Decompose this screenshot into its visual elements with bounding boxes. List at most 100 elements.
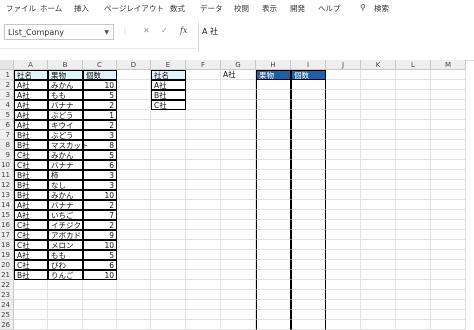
cell[interactable]	[117, 150, 151, 160]
result-cell[interactable]	[256, 220, 291, 230]
data-company[interactable]: C社	[14, 160, 48, 170]
cell[interactable]	[151, 180, 186, 190]
cell[interactable]	[361, 260, 396, 270]
cell[interactable]	[221, 130, 256, 140]
data-fruit[interactable]: もも	[48, 250, 83, 260]
header-company[interactable]: 社名	[14, 70, 48, 80]
cell[interactable]	[361, 120, 396, 130]
row-header-13[interactable]: 13	[0, 190, 14, 200]
cell[interactable]	[151, 160, 186, 170]
data-company[interactable]: C社	[14, 260, 48, 270]
cell[interactable]	[326, 130, 361, 140]
result-cell[interactable]	[256, 180, 291, 190]
list-item[interactable]: B社	[151, 90, 186, 100]
result-cell[interactable]	[291, 260, 326, 270]
cell[interactable]	[117, 80, 151, 90]
cell[interactable]	[83, 290, 117, 300]
cell[interactable]	[186, 160, 221, 170]
cell[interactable]	[186, 220, 221, 230]
tab-insert[interactable]: 挿入	[74, 3, 89, 14]
data-fruit[interactable]: マスカット	[48, 140, 89, 150]
cell[interactable]	[151, 120, 186, 130]
data-count[interactable]: 6	[83, 160, 117, 170]
result-cell[interactable]	[291, 300, 326, 310]
data-fruit[interactable]: ぶどう	[48, 110, 83, 120]
column-header-d[interactable]: D	[117, 60, 151, 70]
data-fruit[interactable]: びわ	[48, 260, 83, 270]
data-company[interactable]: A社	[14, 200, 48, 210]
row-header-6[interactable]: 6	[0, 120, 14, 130]
data-count[interactable]: 2	[83, 100, 117, 110]
cell[interactable]	[221, 170, 256, 180]
cell[interactable]	[326, 80, 361, 90]
result-cell[interactable]	[291, 110, 326, 120]
cell[interactable]	[14, 290, 48, 300]
cell[interactable]	[151, 250, 186, 260]
column-header-a[interactable]: A	[14, 60, 48, 70]
cell[interactable]	[396, 130, 431, 140]
cell[interactable]	[14, 320, 48, 330]
cell[interactable]	[151, 240, 186, 250]
cell[interactable]	[221, 90, 256, 100]
result-cell[interactable]	[256, 210, 291, 220]
tab-file[interactable]: ファイル	[6, 3, 36, 14]
cell[interactable]	[361, 200, 396, 210]
cell[interactable]	[431, 230, 466, 240]
selected-company-cell[interactable]: A社	[221, 70, 256, 80]
cell[interactable]	[186, 240, 221, 250]
cell[interactable]	[326, 110, 361, 120]
cell[interactable]	[361, 240, 396, 250]
data-count[interactable]: 7	[83, 210, 117, 220]
cell[interactable]	[396, 110, 431, 120]
data-count[interactable]: 5	[83, 250, 117, 260]
cell[interactable]	[326, 250, 361, 260]
cell[interactable]	[221, 140, 256, 150]
row-header-15[interactable]: 15	[0, 210, 14, 220]
result-cell[interactable]	[256, 130, 291, 140]
data-fruit[interactable]: バナナ	[48, 100, 83, 110]
result-cell[interactable]	[256, 260, 291, 270]
cell[interactable]	[431, 170, 466, 180]
cell[interactable]	[186, 180, 221, 190]
column-header-i[interactable]: I	[291, 60, 326, 70]
cell[interactable]	[361, 90, 396, 100]
cell[interactable]	[186, 80, 221, 90]
row-header-4[interactable]: 4	[0, 100, 14, 110]
cell[interactable]	[431, 300, 466, 310]
data-company[interactable]: A社	[14, 250, 48, 260]
result-cell[interactable]	[291, 80, 326, 90]
cell[interactable]	[186, 200, 221, 210]
cancel-icon[interactable]: ✕	[143, 26, 150, 35]
cell[interactable]	[117, 180, 151, 190]
result-cell[interactable]	[256, 280, 291, 290]
cell[interactable]	[117, 210, 151, 220]
row-header-23[interactable]: 23	[0, 290, 14, 300]
cell[interactable]	[221, 110, 256, 120]
result-cell[interactable]	[291, 170, 326, 180]
cell[interactable]	[14, 280, 48, 290]
data-count[interactable]: 9	[83, 230, 117, 240]
data-company[interactable]: B社	[14, 140, 48, 150]
data-count[interactable]: 3	[83, 180, 117, 190]
cell[interactable]	[396, 300, 431, 310]
cell[interactable]	[326, 210, 361, 220]
cell[interactable]	[396, 190, 431, 200]
row-header-26[interactable]: 26	[0, 320, 14, 330]
cell[interactable]	[117, 320, 151, 330]
row-header-11[interactable]: 11	[0, 170, 14, 180]
cell[interactable]	[221, 240, 256, 250]
result-cell[interactable]	[291, 240, 326, 250]
result-cell[interactable]	[256, 170, 291, 180]
cell[interactable]	[221, 200, 256, 210]
list-item[interactable]: C社	[151, 100, 186, 110]
cell[interactable]	[186, 140, 221, 150]
cell[interactable]	[186, 100, 221, 110]
cell[interactable]	[326, 170, 361, 180]
result-cell[interactable]	[256, 120, 291, 130]
row-header-25[interactable]: 25	[0, 310, 14, 320]
cell[interactable]	[361, 70, 396, 80]
row-header-12[interactable]: 12	[0, 180, 14, 190]
cell[interactable]	[431, 220, 466, 230]
cell[interactable]	[396, 170, 431, 180]
row-header-1[interactable]: 1	[0, 70, 14, 80]
